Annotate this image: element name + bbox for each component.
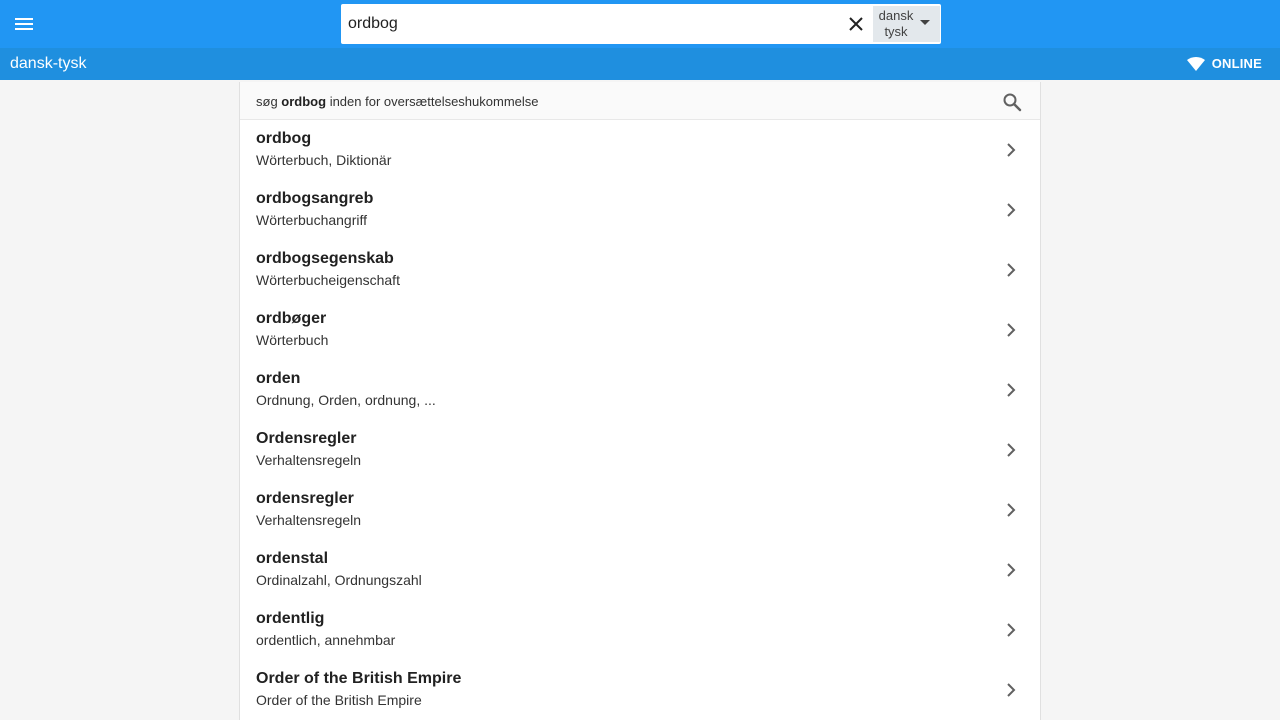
chevron-right-icon xyxy=(1007,503,1016,517)
chevron-right-icon xyxy=(1007,383,1016,397)
chevron-right-icon xyxy=(1007,143,1016,157)
source-language: dansk xyxy=(878,8,914,23)
result-translation: Wörterbuch xyxy=(256,332,329,348)
chevron-right-icon xyxy=(1007,683,1016,697)
result-item[interactable]: Order of the British Empire Order of the… xyxy=(240,660,1040,720)
search-input[interactable] xyxy=(341,4,841,44)
translation-memory-search[interactable]: søg ordbog inden for oversættelseshukomm… xyxy=(240,82,1040,120)
result-item[interactable]: orden Ordnung, Orden, ordnung, ... xyxy=(240,360,1040,420)
connection-status[interactable]: ONLINE xyxy=(1186,56,1262,71)
memory-prefix: søg xyxy=(256,94,278,109)
result-term: Ordensregler xyxy=(256,430,357,447)
result-translation: Ordinalzahl, Ordnungszahl xyxy=(256,572,422,588)
memory-suffix: inden for oversættelseshukommelse xyxy=(329,94,539,109)
result-term: ordbogsegenskab xyxy=(256,250,394,267)
chevron-right-icon xyxy=(1007,203,1016,217)
search-box: dansk tysk xyxy=(341,4,941,44)
dictionary-title: dansk-tysk xyxy=(10,55,87,72)
memory-term: ordbog xyxy=(281,94,327,109)
result-term: Order of the British Empire xyxy=(256,670,462,687)
result-translation: Wörterbuch, Diktionär xyxy=(256,152,392,168)
menu-icon xyxy=(15,18,33,30)
result-term: orden xyxy=(256,370,301,387)
top-app-bar: dansk tysk xyxy=(0,0,1280,48)
result-item[interactable]: ordbogsegenskab Wörterbucheigenschaft xyxy=(240,240,1040,300)
result-item[interactable]: ordenstal Ordinalzahl, Ordnungszahl xyxy=(240,540,1040,600)
chevron-right-icon xyxy=(1007,263,1016,277)
result-translation: Wörterbucheigenschaft xyxy=(256,272,400,288)
dictionary-bar: dansk-tysk ONLINE xyxy=(0,48,1280,80)
result-translation: Verhaltensregeln xyxy=(256,452,362,468)
result-term: ordbøger xyxy=(256,310,327,327)
result-translation: ordentlich, annehmbar xyxy=(256,632,396,648)
caret-down-icon xyxy=(920,20,930,25)
result-translation: Verhaltensregeln xyxy=(256,512,362,528)
result-translation: Ordnung, Orden, ordnung, ... xyxy=(256,392,436,408)
chevron-right-icon xyxy=(1007,563,1016,577)
search-icon[interactable] xyxy=(1002,92,1022,112)
result-item[interactable]: ordentlig ordentlich, annehmbar xyxy=(240,600,1040,660)
result-term: ordenstal xyxy=(256,550,329,567)
target-language: tysk xyxy=(884,24,908,39)
chevron-right-icon xyxy=(1007,623,1016,637)
chevron-right-icon xyxy=(1007,323,1016,337)
result-translation: Wörterbuchangriff xyxy=(256,212,368,228)
wifi-icon xyxy=(1186,56,1205,71)
result-term: ordbog xyxy=(256,130,312,147)
result-term: ordentlig xyxy=(256,610,325,627)
clear-search-button[interactable] xyxy=(843,12,869,36)
result-term: ordbogsangreb xyxy=(256,190,374,207)
result-item[interactable]: ordbogsangreb Wörterbuchangriff xyxy=(240,180,1040,240)
close-icon xyxy=(849,17,863,31)
result-item[interactable]: ordbøger Wörterbuch xyxy=(240,300,1040,360)
language-pair-select[interactable]: dansk tysk xyxy=(873,6,940,42)
result-translation: Order of the British Empire xyxy=(256,692,422,708)
results-panel: søg ordbog inden for oversættelseshukomm… xyxy=(239,82,1041,720)
translation-memory-text: søg ordbog inden for oversættelseshukomm… xyxy=(256,94,539,109)
result-term: ordensregler xyxy=(256,490,354,507)
result-item[interactable]: Ordensregler Verhaltensregeln xyxy=(240,420,1040,480)
result-item[interactable]: ordensregler Verhaltensregeln xyxy=(240,480,1040,540)
result-item[interactable]: ordbog Wörterbuch, Diktionär xyxy=(240,120,1040,180)
connection-status-label: ONLINE xyxy=(1211,56,1262,71)
chevron-right-icon xyxy=(1007,443,1016,457)
menu-button[interactable] xyxy=(12,12,36,36)
